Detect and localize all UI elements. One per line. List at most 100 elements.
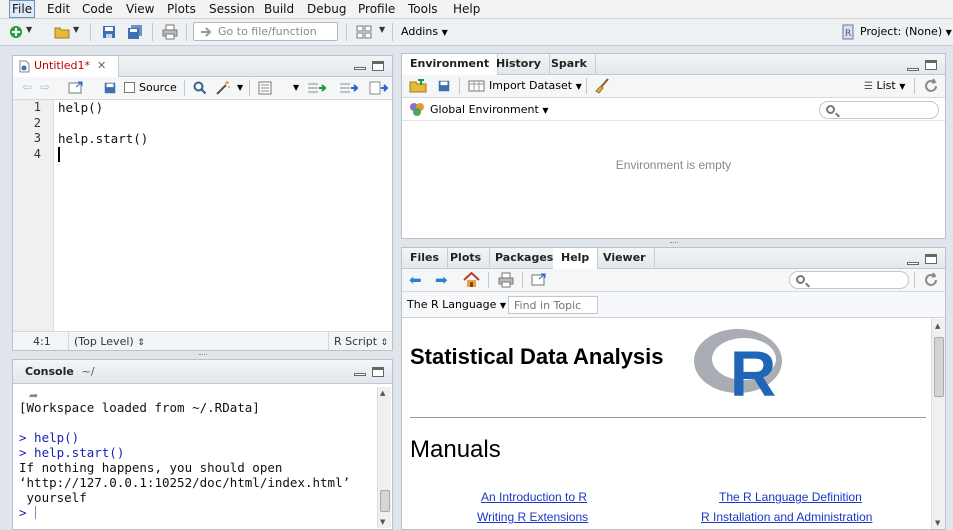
open-folder-icon[interactable]: [54, 24, 70, 40]
menu-tools[interactable]: Tools: [406, 2, 440, 16]
link-r-installation[interactable]: R Installation and Administration: [701, 510, 872, 524]
environment-search-input[interactable]: [819, 101, 939, 119]
menu-profile[interactable]: Profile: [356, 2, 397, 16]
close-icon[interactable]: ✕: [97, 56, 106, 76]
addins-menu[interactable]: Addins ▼: [401, 25, 448, 38]
show-in-window-icon[interactable]: [531, 273, 547, 287]
load-workspace-icon[interactable]: [409, 79, 427, 93]
goto-file-input[interactable]: Go to file/function: [193, 22, 338, 41]
save-icon[interactable]: [101, 24, 117, 40]
console-command: > help(): [19, 430, 80, 445]
tab-viewer[interactable]: Viewer: [595, 248, 655, 269]
help-topic-menu[interactable]: The R Language ▼: [407, 298, 506, 311]
code-editor[interactable]: help() help.start(): [58, 100, 392, 332]
maximize-icon[interactable]: [372, 367, 384, 377]
chevron-down-icon[interactable]: ▼: [293, 83, 299, 92]
tab-spark[interactable]: Spark: [543, 54, 596, 75]
chevron-down-icon[interactable]: ▼: [379, 25, 385, 34]
chevron-down-icon[interactable]: ▼: [237, 83, 243, 92]
menu-build[interactable]: Build: [262, 2, 296, 16]
source-file-icon[interactable]: [369, 81, 389, 95]
maximize-icon[interactable]: [925, 254, 937, 264]
pane-splitter[interactable]: [401, 239, 946, 247]
menu-plots[interactable]: Plots: [165, 2, 198, 16]
tab-history[interactable]: History: [488, 54, 550, 75]
scroll-down-icon[interactable]: ▼: [935, 519, 940, 527]
back-arrow-icon[interactable]: ⇦: [22, 80, 32, 94]
search-icon: [796, 275, 805, 284]
tab-help[interactable]: Help: [553, 248, 599, 270]
minimize-icon[interactable]: [907, 256, 919, 266]
grid-layout-icon[interactable]: [356, 24, 372, 40]
menu-help[interactable]: Help: [451, 2, 482, 16]
chevron-down-icon[interactable]: ▼: [26, 25, 32, 34]
forward-arrow-icon[interactable]: ⇨: [40, 80, 50, 94]
run-lines-icon[interactable]: [307, 81, 327, 95]
console-output[interactable]: [Workspace loaded from ~/.RData] > help(…: [19, 400, 376, 520]
minimize-icon[interactable]: [354, 61, 366, 71]
broom-clear-icon[interactable]: [594, 78, 610, 94]
menu-session[interactable]: Session: [207, 2, 257, 16]
find-in-topic-input[interactable]: [508, 296, 598, 314]
back-arrow-icon[interactable]: ⬅: [409, 271, 422, 289]
tab-plots[interactable]: Plots: [442, 248, 491, 269]
source-on-save-checkbox[interactable]: [124, 82, 135, 93]
status-divider: [328, 332, 329, 350]
link-writing-r-extensions[interactable]: Writing R Extensions: [477, 510, 588, 524]
save-workspace-icon[interactable]: [437, 79, 451, 93]
tab-packages[interactable]: Packages: [487, 248, 563, 269]
editor-tab-label: Untitled1*: [34, 59, 91, 72]
forward-arrow-icon[interactable]: ➡: [435, 271, 448, 289]
console-prompt-line[interactable]: >: [19, 505, 376, 520]
link-r-language-definition[interactable]: The R Language Definition: [719, 490, 862, 504]
minimize-icon[interactable]: [907, 62, 919, 72]
chevron-down-icon[interactable]: ▼: [73, 25, 79, 34]
tab-untitled1[interactable]: Untitled1* ✕: [13, 56, 119, 78]
minimize-icon[interactable]: [354, 367, 366, 377]
help-topic-bar: The R Language ▼: [402, 292, 945, 318]
filetype-selector[interactable]: R Script ⇕: [334, 335, 388, 348]
home-icon[interactable]: [463, 272, 480, 288]
refresh-icon[interactable]: [923, 78, 939, 94]
arrow-right-icon: [201, 27, 212, 37]
search-icon[interactable]: [193, 81, 207, 95]
save-all-icon[interactable]: [127, 24, 143, 40]
import-dataset-menu[interactable]: Import Dataset ▼: [468, 79, 582, 92]
scroll-up-icon[interactable]: ▲: [935, 322, 940, 330]
pane-splitter[interactable]: [12, 351, 393, 359]
tab-console[interactable]: Console ~/ ➦: [13, 360, 118, 402]
console-scrollbar[interactable]: ▲ ▼: [377, 387, 391, 528]
print-icon[interactable]: [498, 272, 514, 288]
console-line: ‘http://127.0.0.1:10252/doc/html/index.h…: [19, 475, 351, 490]
help-search-input[interactable]: [789, 271, 909, 289]
scrollbar-thumb[interactable]: [934, 337, 944, 397]
menu-code[interactable]: Code: [80, 2, 115, 16]
menu-file[interactable]: File: [9, 0, 36, 18]
help-scrollbar[interactable]: ▲ ▼: [931, 319, 945, 529]
refresh-icon[interactable]: [923, 272, 939, 288]
maximize-icon[interactable]: [925, 60, 937, 70]
console-prompt: >: [19, 505, 27, 520]
scroll-up-icon[interactable]: ▲: [380, 389, 385, 397]
list-view-menu[interactable]: ☰ List ▼: [864, 79, 905, 92]
rerun-icon[interactable]: [339, 81, 359, 95]
menu-edit[interactable]: Edit: [45, 2, 72, 16]
maximize-icon[interactable]: [372, 61, 384, 71]
menu-view[interactable]: View: [124, 2, 156, 16]
new-file-icon[interactable]: [8, 24, 24, 40]
save-icon[interactable]: [103, 81, 117, 95]
link-intro-to-r[interactable]: An Introduction to R: [481, 490, 587, 504]
print-icon[interactable]: [162, 24, 178, 40]
magic-wand-icon[interactable]: [215, 80, 231, 96]
scope-selector[interactable]: (Top Level) ⇕: [74, 335, 145, 348]
tab-environment[interactable]: Environment: [402, 54, 499, 76]
environment-scope-menu[interactable]: Global Environment ▼: [430, 103, 548, 116]
svg-text:R: R: [845, 29, 851, 39]
menu-debug[interactable]: Debug: [305, 2, 348, 16]
scroll-down-icon[interactable]: ▼: [380, 518, 385, 526]
document-outline-icon[interactable]: [258, 81, 272, 95]
project-menu[interactable]: Project: (None) ▼: [860, 25, 952, 38]
show-in-window-icon[interactable]: [68, 81, 84, 95]
scrollbar-thumb[interactable]: [380, 490, 390, 512]
